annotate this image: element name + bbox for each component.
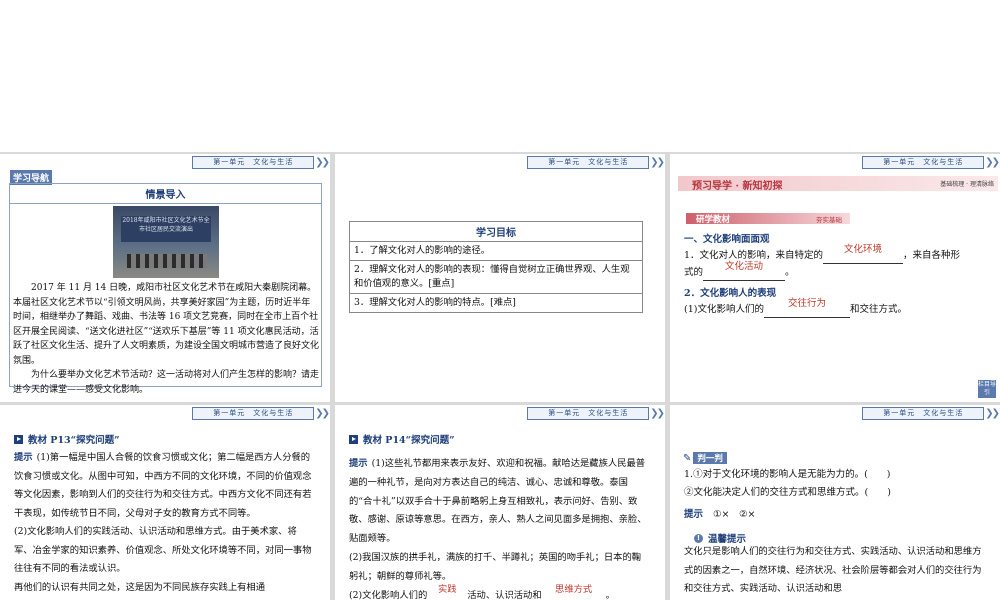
explore-paragraph-1: 提示 (1)这些礼节都用来表示友好、欢迎和祝福。献哈达是藏族人民最普遍的一种礼节，… xyxy=(349,458,647,545)
blank-practice: 实践 xyxy=(427,584,467,600)
judge-label: 判一判 xyxy=(693,452,727,464)
unit-header-label: 第一单元 文化与生活 xyxy=(192,155,315,169)
unit-header-label: 第一单元 文化与生活 xyxy=(527,155,650,169)
slide-explore-p13[interactable]: 第一单元 文化与生活 ❯❯ 教材 P13“探究问题” 提示 (1)第一幅是中国人合… xyxy=(0,405,330,600)
explore-paragraph-3: 再他们的认识有共同之处，这是因为不同民族存实践上有相通 xyxy=(14,581,266,593)
judge-tag: ✎ 判一判 xyxy=(683,452,727,464)
slide-scene-intro[interactable]: 第一单元 文化与生活 ❯❯ 学习导航 情景导入 2018年咸阳市社区文化艺术节全… xyxy=(0,154,330,402)
scene-paragraph-2: 为什么要举办文化艺术节活动？这一活动将对人们产生怎样的影响？请走进今天的课堂——… xyxy=(13,370,320,395)
explore-heading: 教材 P13“探究问题” xyxy=(14,432,120,446)
unit-header: 第一单元 文化与生活 ❯❯ xyxy=(527,406,665,420)
unit-header-label: 第一单元 文化与生活 xyxy=(192,406,315,420)
study-material-sub: 夯实基础 xyxy=(816,216,842,224)
top-blank-area xyxy=(0,0,1000,152)
column-guide-button[interactable]: 栏目导引 xyxy=(978,380,996,398)
unit-header-label: 第一单元 文化与生活 xyxy=(862,155,985,169)
chevrons-icon: ❯❯ xyxy=(650,156,665,168)
unit-header: 第一单元 文化与生活 ❯❯ xyxy=(862,155,1000,169)
unit-header-label: 第一单元 文化与生活 xyxy=(862,406,985,420)
info-icon: ! xyxy=(694,533,703,543)
goal-row: 3．理解文化对人的影响的特点。[难点] xyxy=(354,297,516,308)
section-heading: 一、文化影响面面观 xyxy=(684,234,770,245)
chevrons-icon: ❯❯ xyxy=(985,156,1000,168)
fill-line-3: (1)文化影响人们的交往行为和交往方式。 xyxy=(684,298,907,318)
blank-thinking: 思维方式 xyxy=(542,584,606,600)
scene-box: 情景导入 2018年咸阳市社区文化艺术节全市社区居民交流演出 2017 年 11… xyxy=(9,183,322,395)
unit-header: 第一单元 文化与生活 ❯❯ xyxy=(862,406,1000,420)
slide-explore-p14[interactable]: 第一单元 文化与生活 ❯❯ 教材 P14“探究问题” 提示 (1)这些礼节都用来表… xyxy=(335,405,665,600)
chevrons-icon: ❯❯ xyxy=(650,407,665,419)
explore-paragraph-3: (2)文化影响人们的实践活动、认识活动和思维方式。 xyxy=(349,584,649,600)
explore-body: 提示 (1)第一幅是中国人合餐的饮食习惯或文化；第二幅是西方人分餐的饮食习惯或文化… xyxy=(14,449,312,597)
chevrons-icon: ❯❯ xyxy=(315,407,330,419)
play-icon xyxy=(14,434,23,444)
blank-culture-env: 文化环境 xyxy=(823,244,904,264)
fill-line-2: 式的文化活动。 xyxy=(684,261,795,281)
scene-box-title: 情景导入 xyxy=(10,184,321,204)
play-icon xyxy=(349,434,358,444)
preview-bar: 预习导学 · 新知初探 基础梳理 · 理清脉络 xyxy=(678,176,998,192)
explore-paragraph-2: (2)我国汉族的拱手礼，满族的打千、半蹲礼；英国的吻手礼；日本的鞠躬礼；朝鲜的尊… xyxy=(349,551,642,582)
photo-people xyxy=(127,254,207,268)
scene-paragraph-1: 2017 年 11 月 14 日晚，咸阳市社区文化艺术节在咸阳大秦剧院闭幕。本届… xyxy=(13,283,320,366)
goal-row: 2．理解文化对人的影响的表现：懂得自觉树立正确世界观、人生观和价值观的意义。[重… xyxy=(350,261,642,294)
unit-header: 第一单元 文化与生活 ❯❯ xyxy=(192,155,330,169)
goals-title: 学习目标 xyxy=(350,222,642,242)
preview-bar-title: 预习导学 · 新知初探 xyxy=(692,181,783,192)
preview-bar-subtitle: 基础梳理 · 理清脉络 xyxy=(940,181,994,188)
study-material-label: 研学教材 xyxy=(696,215,731,225)
scene-text: 2017 年 11 月 14 日晚，咸阳市社区文化艺术节在咸阳大秦剧院闭幕。本届… xyxy=(13,281,319,397)
event-photo: 2018年咸阳市社区文化艺术节全市社区居民交流演出 xyxy=(113,206,219,278)
goals-table: 学习目标 1．了解文化对人的影响的途径。 2．理解文化对人的影响的表现：懂得自觉… xyxy=(349,221,643,313)
photo-caption: 2018年咸阳市社区文化艺术节全市社区居民交流演出 xyxy=(121,216,211,242)
explore-paragraph-1: 提示 (1)第一幅是中国人合餐的饮食习惯或文化；第二幅是西方人分餐的饮食习惯或文化… xyxy=(14,452,312,519)
goal-row: 1．了解文化对人的影响的途径。 xyxy=(350,242,642,261)
explore-heading: 教材 P14“探究问题” xyxy=(349,432,455,446)
pen-icon: ✎ xyxy=(683,452,692,464)
unit-header: 第一单元 文化与生活 ❯❯ xyxy=(192,406,330,420)
explore-body: 提示 (1)这些礼节都用来表示友好、欢迎和祝福。献哈达是藏族人民最普遍的一种礼节，… xyxy=(349,455,649,600)
judge-answer: 提示 ①× ②× xyxy=(684,509,756,520)
warm-tip-text: 文化只是影响人们的交往行为和交往方式、实践活动、认识活动和思维方式的因素之一，自… xyxy=(684,546,982,594)
judge-question-2: ②文化能决定人们的交往方式和思维方式。( ) xyxy=(684,487,891,498)
chevrons-icon: ❯❯ xyxy=(315,156,330,168)
study-material-tag: 研学教材 夯实基础 xyxy=(686,213,850,225)
unit-header: 第一单元 文化与生活 ❯❯ xyxy=(527,155,665,169)
section-subheading: 2．文化影响人的表现 xyxy=(684,288,777,299)
blank-culture-activity: 文化活动 xyxy=(703,261,786,281)
judge-question-1: 1.①对于文化环境的影响人是无能为力的。( ) xyxy=(684,469,891,480)
blank-social-behavior: 交往行为 xyxy=(763,298,850,318)
slide-judge[interactable]: 第一单元 文化与生活 ❯❯ ✎ 判一判 1.①对于文化环境的影响人是无能为力的。… xyxy=(670,405,1000,600)
slide-preview[interactable]: 第一单元 文化与生活 ❯❯ 预习导学 · 新知初探 基础梳理 · 理清脉络 研学… xyxy=(670,154,1000,402)
slide-learning-goals[interactable]: 第一单元 文化与生活 ❯❯ 学习目标 1．了解文化对人的影响的途径。 2．理解文… xyxy=(335,154,665,402)
unit-header-label: 第一单元 文化与生活 xyxy=(527,406,650,420)
explore-paragraph-2: (2)文化影响人们的实践活动、认识活动和思维方式。由于美术家、将军、冶金学家的知… xyxy=(14,526,312,574)
chevrons-icon: ❯❯ xyxy=(985,407,1000,419)
